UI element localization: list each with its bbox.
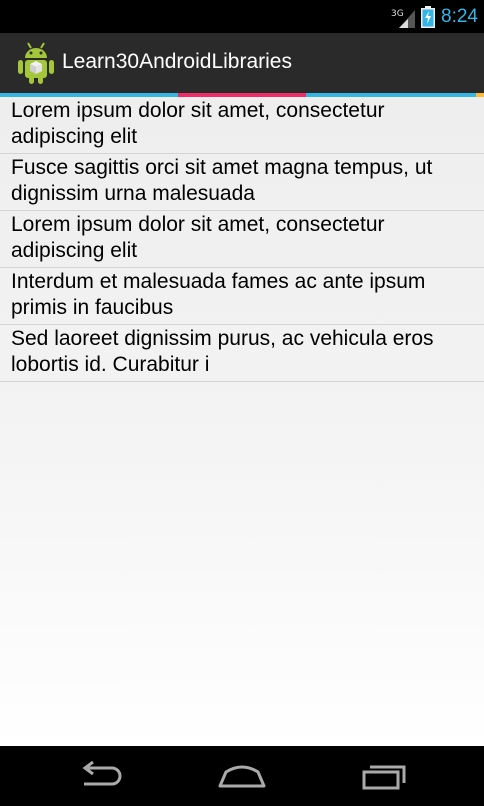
- status-bar: 3G 8:24: [0, 0, 484, 33]
- navigation-bar: [0, 746, 484, 806]
- list-item[interactable]: Sed laoreet dignissim purus, ac vehicula…: [0, 325, 484, 382]
- status-clock: 8:24: [441, 5, 478, 27]
- back-icon[interactable]: [76, 760, 126, 792]
- action-bar: Learn30AndroidLibraries: [0, 33, 484, 93]
- list-item[interactable]: Fusce sagittis orci sit amet magna tempu…: [0, 154, 484, 211]
- home-icon[interactable]: [216, 760, 268, 792]
- app-title: Learn30AndroidLibraries: [62, 50, 292, 73]
- network-type-label: 3G: [391, 8, 404, 19]
- list-item[interactable]: Lorem ipsum dolor sit amet, consectetur …: [0, 97, 484, 154]
- list-item[interactable]: Interdum et malesuada fames ac ante ipsu…: [0, 268, 484, 325]
- battery-charging-icon: [421, 5, 436, 28]
- list-item[interactable]: Lorem ipsum dolor sit amet, consectetur …: [0, 211, 484, 268]
- status-icons: 3G 8:24: [391, 0, 478, 33]
- recents-icon[interactable]: [360, 760, 408, 792]
- android-app-icon[interactable]: [16, 41, 56, 85]
- list-view[interactable]: Lorem ipsum dolor sit amet, consectetur …: [0, 97, 484, 746]
- signal-icon: 3G: [391, 6, 416, 28]
